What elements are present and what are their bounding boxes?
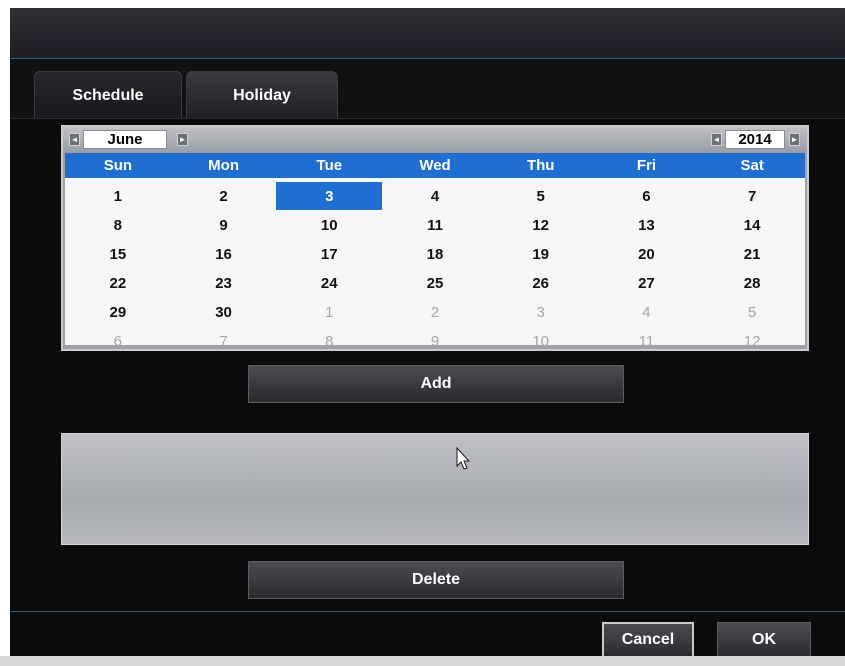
prev-year-button[interactable]: ◄	[711, 133, 722, 146]
prev-month-button[interactable]: ◄	[69, 133, 80, 146]
next-year-button[interactable]: ►	[789, 133, 800, 146]
selected-day-cell[interactable]: 3	[276, 182, 383, 210]
weekday-sun: Sun	[103, 157, 133, 174]
day-cell[interactable]: 19	[488, 240, 594, 268]
year-field[interactable]: 2014	[725, 130, 785, 149]
calendar-header: ◄ June ► ◄ 2014 ►	[63, 127, 807, 153]
cancel-button[interactable]: Cancel	[602, 622, 694, 658]
day-cell[interactable]: 8	[276, 327, 382, 346]
day-cell[interactable]: 11	[382, 211, 488, 239]
mouse-cursor-icon	[456, 447, 471, 470]
add-button[interactable]: Add	[248, 365, 624, 403]
title-bar	[10, 8, 845, 59]
day-cell[interactable]: 16	[171, 240, 277, 268]
day-cell[interactable]: 4	[594, 298, 700, 326]
day-cell[interactable]: 5	[488, 182, 594, 210]
day-cell[interactable]: 15	[65, 240, 171, 268]
day-cell[interactable]: 1	[276, 298, 382, 326]
day-cell[interactable]: 20	[594, 240, 700, 268]
day-cell[interactable]: 9	[171, 211, 277, 239]
next-month-button[interactable]: ►	[177, 133, 188, 146]
tab-holiday[interactable]: Holiday	[186, 71, 338, 119]
weekday-header-row: Sun Mon Tue Wed Thu Fri Sat	[65, 153, 805, 178]
day-cell[interactable]: 8	[65, 211, 171, 239]
tab-schedule[interactable]: Schedule	[34, 71, 182, 119]
day-cell[interactable]: 25	[382, 269, 488, 297]
day-cell[interactable]: 29	[65, 298, 171, 326]
calendar: ◄ June ► ◄ 2014 ► Sun Mon Tue Wed Thu Fri Sat …	[61, 125, 809, 351]
holiday-dialog: Schedule Holiday ◄ June ► ◄ 2014 ► Sun Mo…	[10, 8, 845, 666]
day-cell[interactable]: 7	[171, 327, 277, 346]
delete-button[interactable]: Delete	[248, 561, 624, 599]
bottom-strip	[0, 656, 845, 666]
weekday-wed: Wed	[419, 157, 451, 174]
month-field[interactable]: June	[83, 130, 167, 149]
weekday-tue: Tue	[316, 157, 343, 174]
day-cell[interactable]: 3	[488, 298, 594, 326]
weekday-sat: Sat	[740, 157, 764, 174]
day-cell[interactable]: 27	[594, 269, 700, 297]
day-cell[interactable]: 5	[699, 298, 805, 326]
day-cell[interactable]: 10	[276, 211, 382, 239]
day-cell[interactable]: 4	[382, 182, 488, 210]
day-cell[interactable]: 12	[699, 327, 805, 346]
calendar-grid: 1 2 3 4 5 6 7 8 9 10 11 12 13 14 15 16 17 18 19 20 21 22 23 24 2…	[65, 178, 805, 345]
weekday-thu: Thu	[526, 157, 555, 174]
day-cell[interactable]: 10	[488, 327, 594, 346]
holiday-list[interactable]	[61, 433, 809, 545]
day-cell[interactable]: 30	[171, 298, 277, 326]
day-cell[interactable]: 1	[65, 182, 171, 210]
day-cell[interactable]: 2	[382, 298, 488, 326]
day-cell[interactable]: 11	[594, 327, 700, 346]
day-cell[interactable]: 22	[65, 269, 171, 297]
day-cell[interactable]: 21	[699, 240, 805, 268]
day-cell[interactable]: 13	[594, 211, 700, 239]
day-cell[interactable]: 28	[699, 269, 805, 297]
day-cell[interactable]: 18	[382, 240, 488, 268]
day-cell[interactable]: 6	[594, 182, 700, 210]
day-cell[interactable]: 12	[488, 211, 594, 239]
day-cell[interactable]: 9	[382, 327, 488, 346]
day-cell[interactable]: 2	[171, 182, 277, 210]
day-cell[interactable]: 7	[699, 182, 805, 210]
day-cell[interactable]: 26	[488, 269, 594, 297]
day-cell[interactable]: 6	[65, 327, 171, 346]
day-cell[interactable]: 24	[276, 269, 382, 297]
ok-button[interactable]: OK	[717, 622, 811, 658]
weekday-mon: Mon	[208, 157, 239, 174]
day-cell[interactable]: 23	[171, 269, 277, 297]
weekday-fri: Fri	[636, 157, 657, 174]
day-cell[interactable]: 14	[699, 211, 805, 239]
day-cell[interactable]: 17	[276, 240, 382, 268]
